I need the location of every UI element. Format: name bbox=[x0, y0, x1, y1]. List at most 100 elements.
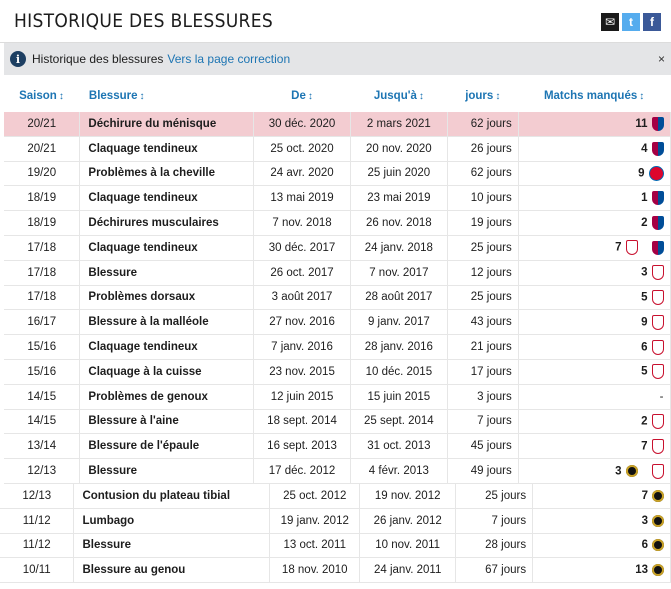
mail-icon[interactable]: ✉ bbox=[601, 13, 619, 31]
inter-crest-icon[interactable] bbox=[652, 489, 664, 502]
days-cell: 7 jours bbox=[447, 409, 519, 435]
barca-crest-icon[interactable] bbox=[651, 191, 664, 206]
missed-cell: 13 bbox=[532, 557, 671, 584]
season-cell: 19/20 bbox=[4, 161, 81, 187]
days-cell: 25 jours bbox=[455, 484, 534, 509]
missed-count: 9 bbox=[641, 316, 648, 329]
liverpool-crest-icon[interactable] bbox=[651, 413, 664, 429]
header-missed[interactable]: Matchs manqués ↕ bbox=[518, 80, 671, 112]
from-date-cell: 12 juin 2015 bbox=[253, 384, 351, 410]
inter-crest-icon[interactable] bbox=[652, 514, 664, 527]
injury-cell[interactable]: Claquage tendineux bbox=[79, 235, 255, 261]
from-date-cell: 17 déc. 2012 bbox=[253, 458, 351, 484]
injury-cell[interactable]: Déchirures musculaires bbox=[79, 210, 255, 236]
header-days[interactable]: jours ↕ bbox=[447, 80, 520, 112]
facebook-icon[interactable]: f bbox=[643, 13, 661, 31]
barca-crest-icon[interactable] bbox=[651, 116, 664, 131]
correction-link[interactable]: Vers la page correction bbox=[167, 52, 290, 66]
season-cell: 15/16 bbox=[4, 334, 81, 360]
injury-cell[interactable]: Blessure bbox=[73, 533, 271, 559]
injury-cell[interactable]: Lumbago bbox=[73, 508, 271, 534]
injury-cell[interactable]: Claquage tendineux bbox=[79, 334, 255, 360]
table-row: 17/18 Problèmes dorsaux 3 août 2017 28 août… bbox=[4, 285, 671, 311]
days-cell: 26 jours bbox=[447, 136, 519, 162]
injury-cell[interactable]: Claquage à la cuisse bbox=[79, 359, 255, 385]
header-season[interactable]: Saison ↕ bbox=[4, 80, 81, 112]
header-from[interactable]: De ↕ bbox=[253, 80, 352, 112]
injury-cell[interactable]: Blessure bbox=[79, 260, 255, 286]
bayern-crest-icon[interactable] bbox=[648, 165, 664, 181]
days-cell: 45 jours bbox=[447, 433, 519, 460]
days-cell: 19 jours bbox=[447, 210, 519, 236]
injury-cell[interactable]: Problèmes dorsaux bbox=[79, 285, 255, 311]
liverpool-crest-icon[interactable] bbox=[651, 314, 664, 330]
missed-count: 1 bbox=[641, 192, 648, 205]
injury-cell[interactable]: Problèmes de genoux bbox=[79, 384, 255, 410]
season-cell: 18/19 bbox=[4, 210, 81, 236]
injury-cell[interactable]: Blessure à la malléole bbox=[79, 309, 255, 336]
missed-count: - bbox=[659, 390, 664, 403]
barca-crest-icon[interactable] bbox=[651, 216, 664, 231]
injury-cell[interactable]: Déchirure du ménisque bbox=[79, 112, 255, 137]
liverpool-crest-icon[interactable] bbox=[651, 289, 664, 305]
season-cell: 13/14 bbox=[4, 433, 81, 460]
missed-count: 3 bbox=[615, 465, 622, 478]
from-date-cell: 27 nov. 2016 bbox=[253, 309, 351, 336]
injury-cell[interactable]: Claquage tendineux bbox=[79, 136, 255, 162]
from-date-cell: 7 janv. 2016 bbox=[253, 334, 351, 360]
liverpool-crest-icon[interactable] bbox=[651, 463, 664, 479]
injury-cell[interactable]: Contusion du plateau tibial bbox=[73, 484, 271, 509]
liverpool-crest-icon[interactable] bbox=[651, 265, 664, 281]
injury-cell[interactable]: Blessure de l'épaule bbox=[79, 433, 255, 460]
days-cell: 17 jours bbox=[447, 359, 519, 385]
table-row: 11/12 Lumbago 19 janv. 2012 26 janv. 2012 7 … bbox=[0, 508, 671, 534]
table-row: 10/11 Blessure au genou 18 nov. 2010 24 jan… bbox=[0, 557, 671, 584]
barca-crest-icon[interactable] bbox=[651, 240, 664, 255]
days-cell: 25 jours bbox=[447, 235, 519, 261]
table-row: 16/17 Blessure à la malléole 27 nov. 2016 9… bbox=[4, 309, 671, 336]
missed-count: 4 bbox=[641, 142, 648, 155]
injury-cell[interactable]: Blessure au genou bbox=[73, 557, 271, 584]
from-date-cell: 30 déc. 2020 bbox=[253, 112, 351, 137]
from-date-cell: 26 oct. 2017 bbox=[253, 260, 351, 286]
inter-crest-icon[interactable] bbox=[652, 564, 664, 577]
close-icon[interactable]: × bbox=[658, 52, 665, 66]
table-row: 17/18 Blessure 26 oct. 2017 7 nov. 2017 12 j… bbox=[4, 260, 671, 286]
barca-crest-icon[interactable] bbox=[651, 141, 664, 156]
liverpool-crest-icon[interactable] bbox=[651, 364, 664, 380]
liverpool-crest-icon[interactable] bbox=[651, 339, 664, 355]
season-cell: 14/15 bbox=[4, 384, 81, 410]
injury-cell[interactable]: Problèmes à la cheville bbox=[79, 161, 255, 187]
table-header-row: Saison ↕ Blessure ↕ De ↕ Jusqu'à ↕ jours ↕ Ma… bbox=[4, 80, 671, 112]
header-injury[interactable]: Blessure ↕ bbox=[79, 80, 255, 112]
inter-crest-icon[interactable] bbox=[625, 465, 638, 478]
missed-count: 5 bbox=[641, 291, 648, 304]
season-cell: 10/11 bbox=[0, 557, 75, 584]
injury-cell[interactable]: Blessure bbox=[79, 458, 255, 484]
days-cell: 21 jours bbox=[447, 334, 519, 360]
missed-count: 3 bbox=[641, 266, 648, 279]
missed-cell: 2 bbox=[518, 409, 671, 435]
until-date-cell: 19 nov. 2012 bbox=[359, 484, 457, 509]
until-date-cell: 4 févr. 2013 bbox=[350, 458, 448, 484]
from-date-cell: 13 oct. 2011 bbox=[269, 533, 361, 559]
header-until[interactable]: Jusqu'à ↕ bbox=[350, 80, 449, 112]
missed-cell: 7 bbox=[518, 235, 671, 261]
missed-cell: 9 bbox=[518, 161, 671, 187]
missed-cell: - bbox=[518, 384, 671, 410]
liverpool-crest-icon[interactable] bbox=[625, 240, 638, 256]
from-date-cell: 25 oct. 2012 bbox=[269, 484, 361, 509]
injury-history-panel: HISTORIQUE DES BLESSURES ✉ t f bbox=[0, 0, 671, 43]
until-date-cell: 15 juin 2015 bbox=[350, 384, 448, 410]
injury-cell[interactable]: Blessure à l'aine bbox=[79, 409, 255, 435]
inter-crest-icon[interactable] bbox=[652, 539, 664, 552]
from-date-cell: 16 sept. 2013 bbox=[253, 433, 351, 460]
until-date-cell: 26 nov. 2018 bbox=[350, 210, 448, 236]
liverpool-crest-icon[interactable] bbox=[651, 438, 664, 454]
until-date-cell: 31 oct. 2013 bbox=[350, 433, 448, 460]
missed-count: 9 bbox=[638, 167, 645, 180]
twitter-icon[interactable]: t bbox=[622, 13, 640, 31]
injury-cell[interactable]: Claquage tendineux bbox=[79, 185, 255, 212]
table-row: 12/13 Blessure 17 déc. 2012 4 févr. 2013 49 … bbox=[4, 458, 671, 484]
until-date-cell: 25 juin 2020 bbox=[350, 161, 448, 187]
